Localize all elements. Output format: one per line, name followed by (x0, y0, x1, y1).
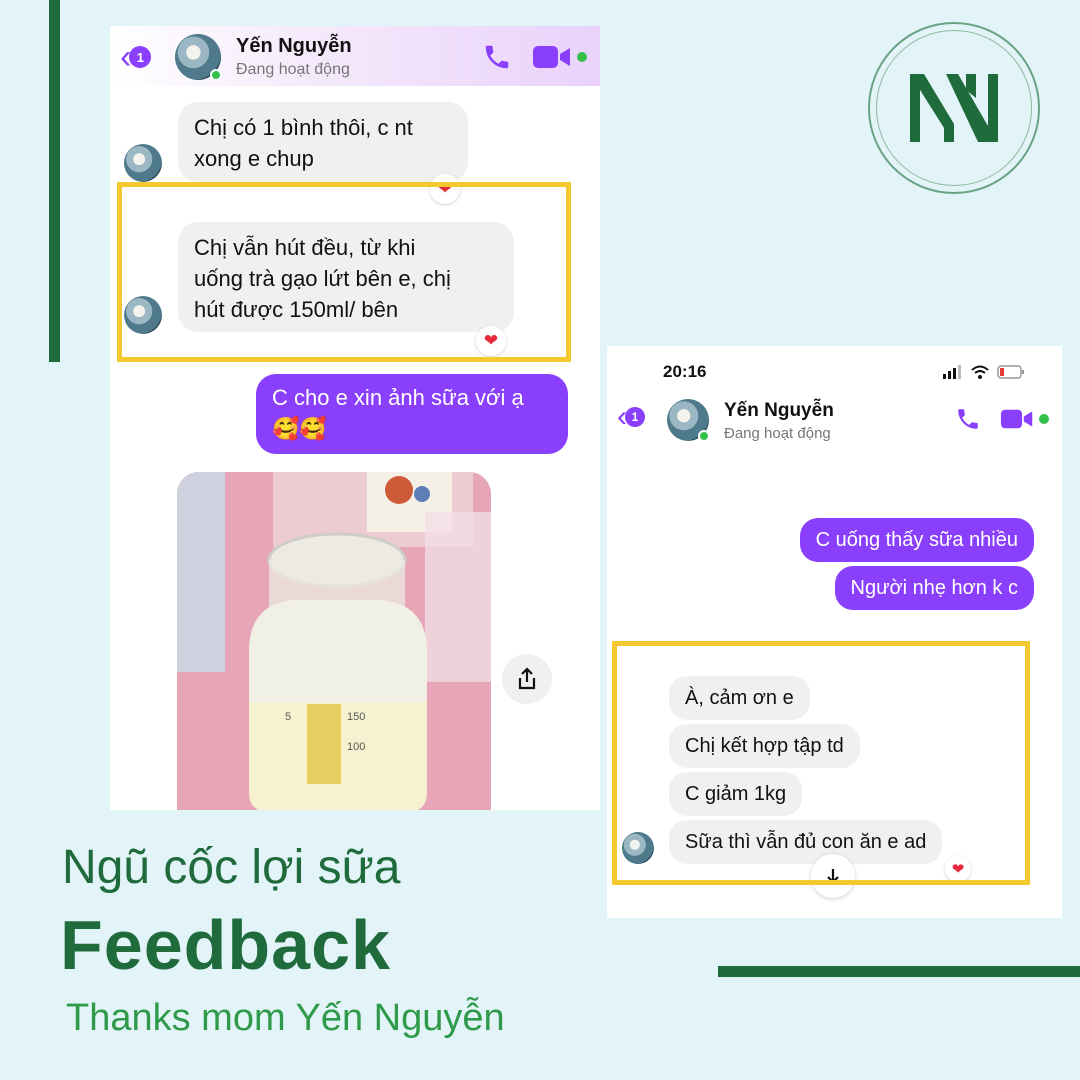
contact-name: Yến Nguyễn (236, 35, 352, 57)
message-text: xong e chup (194, 146, 314, 171)
product-title: Ngũ cốc lợi sữa (62, 841, 401, 894)
unread-count-badge: 1 (625, 407, 645, 427)
thanks-caption: Thanks mom Yến Nguyễn (66, 997, 505, 1039)
online-indicator (210, 69, 222, 81)
contact-status: Đang hoạt động (236, 61, 350, 78)
highlight-frame (612, 641, 1030, 885)
message-text: C cho e xin ảnh sữa với ạ (272, 385, 524, 410)
avatar[interactable] (667, 399, 710, 442)
chat-header: ‹ 1 Yến Nguyễn Đang hoạt động (110, 26, 600, 86)
brand-logo-inner-ring (876, 30, 1032, 186)
brand-logo (868, 22, 1040, 194)
contact-name: Yến Nguyễn (724, 400, 834, 421)
chat-screenshot-1: ‹ 1 Yến Nguyễn Đang hoạt động Chị có 1 b… (110, 26, 600, 810)
feedback-heading: Feedback (60, 906, 391, 984)
video-call-icon[interactable] (532, 44, 572, 70)
message-bubble-outgoing[interactable]: C cho e xin ảnh sữa với ạ 🥰🥰 (256, 374, 568, 454)
video-call-icon[interactable] (999, 408, 1035, 430)
signal-icon (943, 365, 961, 379)
online-indicator (698, 430, 710, 442)
message-bubble-incoming[interactable]: Chị có 1 bình thôi, c nt xong e chup (178, 102, 468, 182)
contact-status: Đang hoạt động (724, 425, 831, 442)
battery-icon (997, 365, 1024, 379)
back-button[interactable]: ‹ 1 (120, 40, 152, 74)
bottle-mark: 100 (347, 741, 365, 753)
avatar[interactable] (175, 34, 222, 81)
sender-avatar (124, 144, 162, 182)
unread-count-badge: 1 (129, 46, 152, 68)
highlight-frame (117, 182, 571, 362)
milk-bottle-photo[interactable]: 5 150 100 (177, 472, 491, 810)
chat-header: ‹ 1 Yến Nguyễn Đang hoạt động (607, 392, 1062, 448)
phone-call-icon[interactable] (482, 42, 512, 72)
decorative-horizontal-bar (718, 966, 1080, 977)
brand-logo-mark (910, 74, 998, 142)
bottle-mark: 5 (285, 711, 291, 723)
bottle-illustration: 5 150 100 (177, 472, 491, 810)
decorative-vertical-bar (49, 0, 60, 362)
message-bubble-outgoing[interactable]: C uống thấy sữa nhiều (799, 518, 1034, 562)
message-text: Chị có 1 bình thôi, c nt (194, 115, 413, 140)
status-time: 20:16 (663, 362, 707, 381)
share-icon (518, 667, 536, 690)
bottle-mark: 150 (347, 711, 365, 723)
active-call-indicator (1039, 414, 1049, 424)
phone-call-icon[interactable] (955, 406, 981, 432)
wifi-icon (971, 365, 989, 379)
share-button[interactable] (502, 654, 552, 704)
emoji-text: 🥰🥰 (272, 416, 327, 441)
active-call-indicator (577, 52, 587, 62)
message-bubble-outgoing[interactable]: Người nhẹ hơn k c (834, 566, 1034, 610)
back-button[interactable]: ‹ 1 (617, 402, 645, 432)
